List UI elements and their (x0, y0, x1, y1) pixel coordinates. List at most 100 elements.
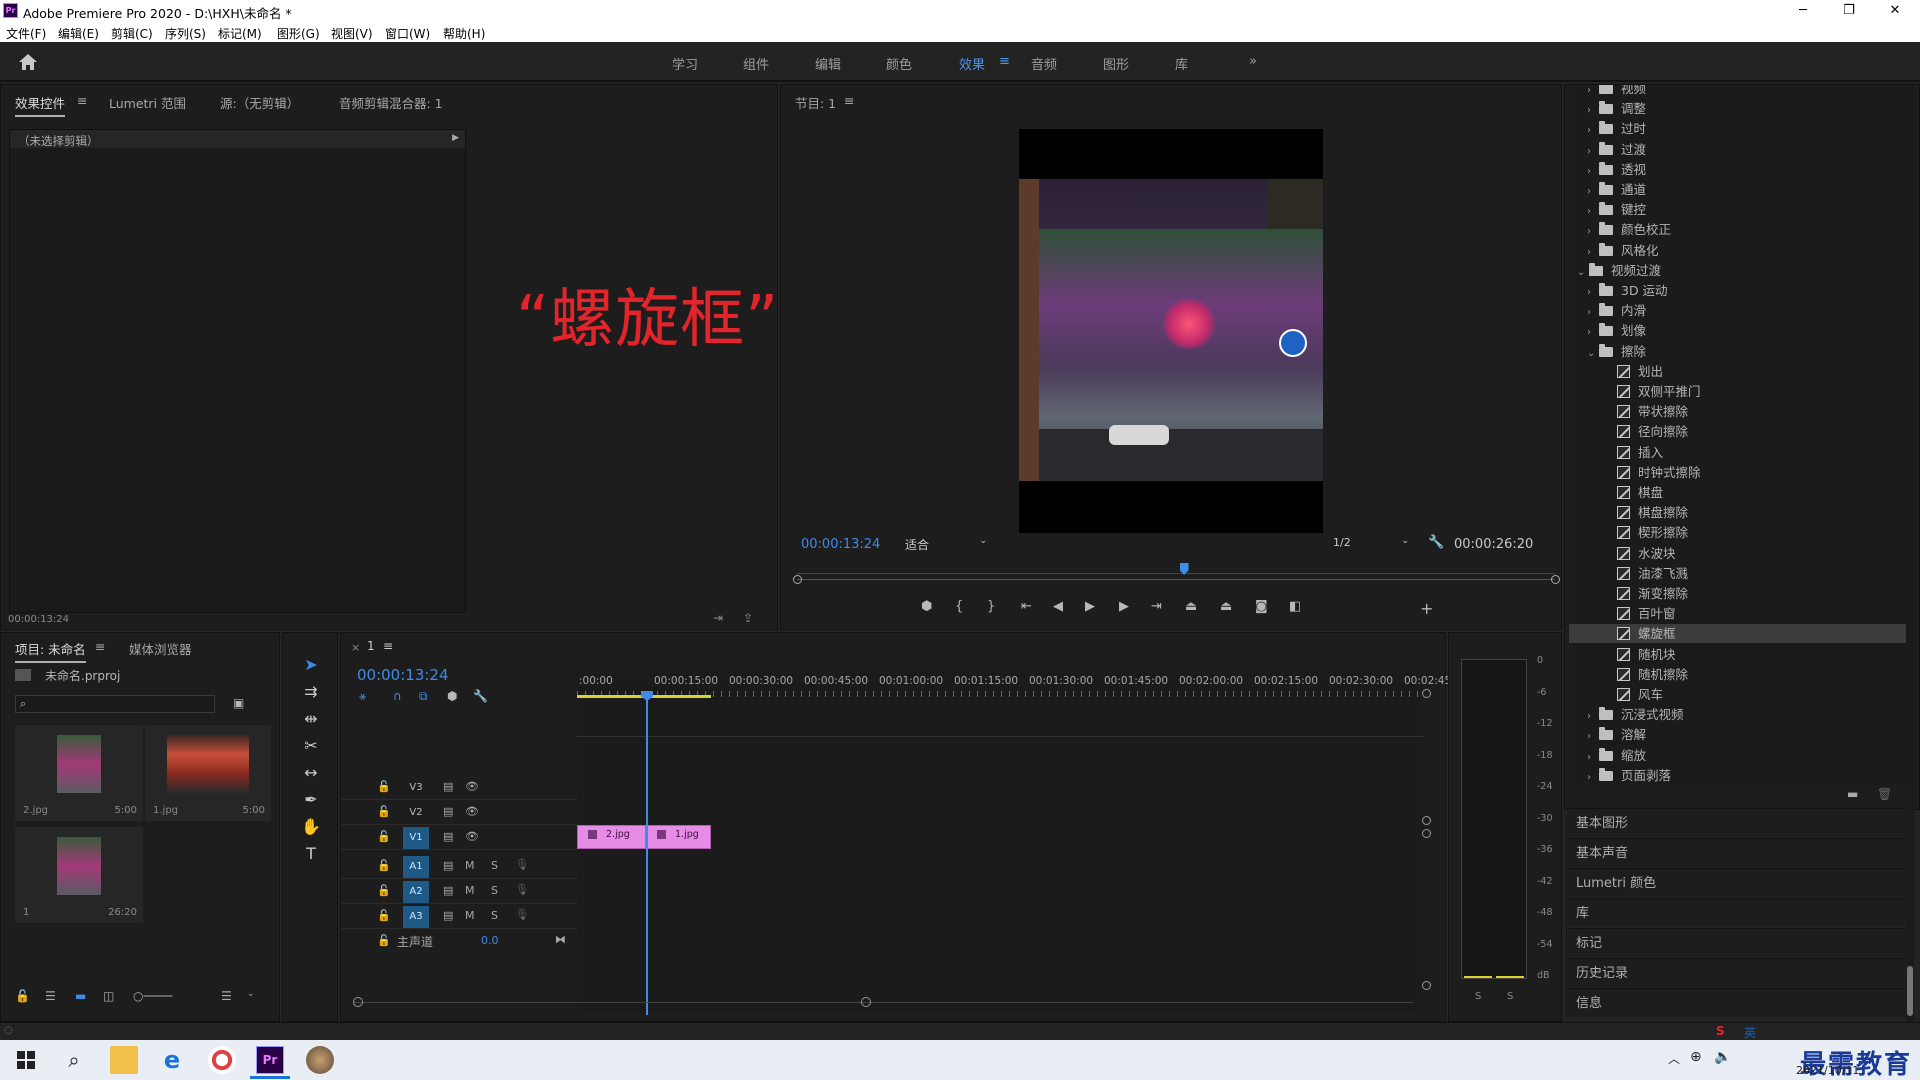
chevron-right-icon[interactable]: › (1587, 303, 1599, 322)
side-section[interactable]: Lumetri 颜色 (1566, 868, 1906, 897)
search-icon[interactable]: ⌕ (60, 1046, 88, 1074)
effect-item[interactable]: 随机擦除 (1569, 665, 1909, 684)
hand-tool-icon[interactable]: ✋ (299, 813, 323, 840)
ripple-edit-tool-icon[interactable]: ⇹ (299, 705, 323, 732)
comparison-view-icon[interactable]: ◧ (1289, 599, 1301, 614)
selection-tool-icon[interactable]: ➤ (299, 651, 323, 678)
timeline-clip[interactable]: 1.jpg (646, 825, 711, 849)
file-explorer-icon[interactable] (110, 1046, 138, 1074)
scroll-left-handle[interactable] (353, 997, 363, 1007)
workspace-effects-menu-icon[interactable]: ≡ (999, 54, 1010, 69)
minimize-button[interactable]: ─ (1780, 1, 1826, 21)
tab-audio-clip-mixer[interactable]: 音频剪辑混合器: 1 (339, 93, 443, 112)
eye-icon[interactable]: 👁 (465, 780, 479, 793)
track-target-v2[interactable]: V2 (403, 802, 429, 824)
solo-button[interactable]: S (491, 909, 498, 922)
add-marker-icon[interactable]: ⬢ (921, 599, 932, 614)
extract-icon[interactable]: ⏏ (1220, 599, 1232, 614)
chevron-down-icon[interactable]: ⌄ (1577, 263, 1589, 282)
project-item[interactable]: 1 26:20 (15, 827, 143, 923)
effect-folder[interactable]: › 视频 (1569, 85, 1909, 98)
workspace-effects[interactable]: 效果 (959, 54, 985, 73)
program-menu-icon[interactable]: ≡ (844, 93, 854, 108)
track-target-a3[interactable]: A3 (403, 906, 429, 928)
effect-folder[interactable]: ⌄ 视频过渡 (1569, 261, 1909, 280)
solo-button[interactable]: S (491, 884, 498, 897)
menu-graphics[interactable]: 图形(G) (277, 25, 320, 42)
wrench-icon[interactable]: 🔧 (1428, 535, 1444, 550)
effect-folder[interactable]: › 过时 (1569, 119, 1909, 138)
effect-folder[interactable]: › 划像 (1569, 321, 1909, 340)
lock-icon[interactable]: 🔓 (15, 989, 30, 1003)
sync-lock-icon[interactable]: ▤ (443, 805, 453, 818)
sync-lock-icon[interactable]: ▤ (443, 884, 453, 897)
eye-icon[interactable]: 👁 (465, 830, 479, 843)
right-scrollbar[interactable] (1906, 86, 1914, 1026)
program-scrub-bar[interactable] (793, 563, 1560, 589)
track-target-a2[interactable]: A2 (403, 881, 429, 903)
snap-icon[interactable]: ∩ (393, 689, 402, 703)
project-menu-icon[interactable]: ≡ (95, 639, 105, 654)
tab-effect-controls-menu-icon[interactable]: ≡ (77, 93, 87, 108)
edge-browser-icon[interactable]: e (158, 1046, 186, 1074)
lock-track-icon[interactable]: 🔓 (377, 859, 391, 872)
type-tool-icon[interactable]: T (299, 840, 323, 867)
chevron-right-icon[interactable]: › (1587, 182, 1599, 201)
right-scrollbar-thumb[interactable] (1907, 966, 1913, 1016)
lock-track-icon[interactable]: 🔓 (377, 884, 391, 897)
resolution-dropdown[interactable]: 1/2 ⌄ (1333, 536, 1413, 554)
chevron-right-icon[interactable]: › (1587, 768, 1599, 785)
program-video-frame[interactable] (1019, 129, 1323, 533)
freeform-view-icon[interactable]: ◫ (103, 989, 114, 1003)
chevron-right-icon[interactable]: › (1587, 748, 1599, 767)
icon-view-icon[interactable]: ▬ (75, 989, 86, 1003)
side-section[interactable]: 历史记录 (1566, 958, 1906, 987)
effect-folder[interactable]: › 过渡 (1569, 140, 1909, 159)
master-volume-value[interactable]: 0.0 (481, 934, 499, 947)
mute-button[interactable]: M (465, 909, 475, 922)
add-marker-icon[interactable]: ⬢ (447, 689, 457, 703)
effect-item[interactable]: 棋盘擦除 (1569, 503, 1909, 522)
effect-item[interactable]: 插入 (1569, 443, 1909, 462)
chevron-right-icon[interactable]: › (1587, 121, 1599, 140)
fit-dropdown[interactable]: 适合 ⌄ (905, 536, 991, 554)
side-section[interactable]: 基本声音 (1566, 838, 1906, 867)
chevron-down-icon[interactable]: ⌄ (247, 989, 255, 999)
timeline-timecode[interactable]: 00:00:13:24 (357, 666, 449, 684)
sync-lock-icon[interactable]: ▤ (443, 780, 453, 793)
windows-start-icon[interactable] (12, 1046, 40, 1074)
effect-item[interactable]: 带状擦除 (1569, 402, 1909, 421)
play-icon[interactable]: ▶ (1085, 599, 1095, 614)
project-item[interactable]: 1.jpg 5:00 (145, 725, 271, 821)
premiere-taskbar-icon[interactable]: Pr (256, 1046, 284, 1074)
program-monitor-title[interactable]: 节目: 1 (795, 93, 836, 112)
effect-folder[interactable]: › 3D 运动 (1569, 281, 1909, 300)
menu-file[interactable]: 文件(F) (6, 25, 46, 42)
effect-folder[interactable]: › 页面剥落 (1569, 766, 1909, 785)
sort-icon[interactable]: ☰ (221, 989, 232, 1003)
workspace-editing[interactable]: 编辑 (815, 54, 841, 73)
expand-arrow-icon[interactable]: ▶ (452, 133, 459, 143)
list-view-icon[interactable]: ☰ (45, 989, 56, 1003)
vertical-zoom-handle[interactable] (1422, 829, 1431, 838)
chevron-right-icon[interactable]: › (1587, 85, 1599, 100)
network-icon[interactable]: ⊕ (1690, 1049, 1702, 1065)
chevron-right-icon[interactable]: › (1587, 202, 1599, 221)
workspace-color[interactable]: 颜色 (886, 54, 912, 73)
side-section[interactable]: 基本图形 (1566, 808, 1906, 837)
chevron-right-icon[interactable]: › (1587, 101, 1599, 120)
razor-tool-icon[interactable]: ✂ (299, 732, 323, 759)
user-avatar-icon[interactable] (306, 1046, 334, 1074)
pen-tool-icon[interactable]: ✒ (299, 786, 323, 813)
effect-folder[interactable]: › 透视 (1569, 160, 1909, 179)
effect-item[interactable]: 百叶窗 (1569, 604, 1909, 623)
new-bin-icon[interactable]: ▬ (1847, 787, 1858, 801)
workspace-learn[interactable]: 学习 (672, 54, 698, 73)
effect-item[interactable]: 油漆飞溅 (1569, 564, 1909, 583)
home-icon[interactable] (18, 53, 38, 71)
scroll-right-handle[interactable] (861, 997, 871, 1007)
menu-help[interactable]: 帮助(H) (443, 25, 485, 42)
effect-item[interactable]: 棋盘 (1569, 483, 1909, 502)
lock-track-icon[interactable]: 🔓 (377, 909, 391, 922)
delete-icon[interactable]: 🗑 (1877, 787, 1892, 801)
